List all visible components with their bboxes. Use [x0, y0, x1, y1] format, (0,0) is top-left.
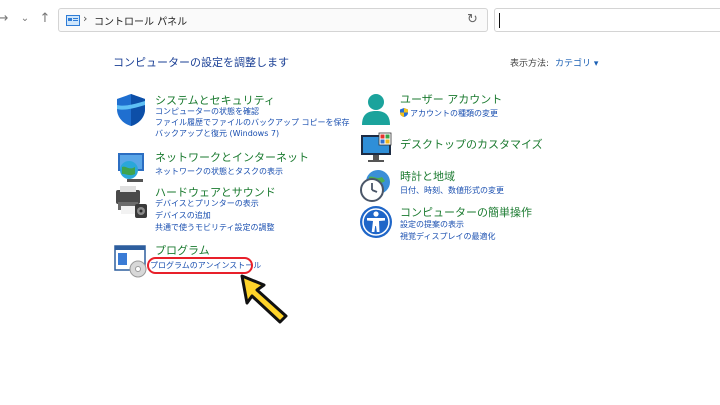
link-devices-printers[interactable]: デバイスとプリンターの表示	[155, 198, 259, 209]
control-panel-icon	[66, 15, 80, 26]
category-title[interactable]: 時計と地域	[400, 168, 455, 184]
link-mobility-settings[interactable]: 共通で使うモビリティ設定の調整	[155, 222, 275, 233]
clock-globe-icon[interactable]	[358, 168, 394, 204]
network-globe-icon[interactable]	[113, 149, 149, 185]
link-network-status[interactable]: ネットワークの状態とタスクの表示	[155, 166, 283, 177]
page-title: コンピューターの設定を調整します	[113, 56, 289, 69]
link-optimize-display[interactable]: 視覚ディスプレイの最適化	[400, 231, 495, 242]
programs-icon[interactable]	[113, 242, 149, 278]
category-network-internet: ネットワークとインターネット ネットワークの状態とタスクの表示	[113, 149, 343, 185]
link-file-history[interactable]: ファイル履歴でファイルのバックアップ コピーを保存	[155, 117, 350, 128]
category-title[interactable]: デスクトップのカスタマイズ	[400, 136, 543, 152]
address-bar[interactable]: › コントロール パネル › ↻	[58, 8, 488, 32]
view-by-label: 表示方法:	[510, 59, 550, 69]
user-account-icon[interactable]	[358, 91, 394, 127]
category-title[interactable]: ネットワークとインターネット	[155, 149, 309, 165]
link-suggested-settings[interactable]: 設定の提案の表示	[400, 219, 464, 230]
uac-shield-icon	[400, 108, 408, 117]
category-title[interactable]: コンピューターの簡単操作	[400, 204, 532, 220]
link-check-status[interactable]: コンピューターの状態を確認	[155, 106, 259, 117]
link-backup-restore[interactable]: バックアップと復元 (Windows 7)	[155, 128, 279, 139]
breadcrumb-control-panel[interactable]: コントロール パネル	[94, 13, 187, 28]
pointer-arrow-icon	[240, 274, 288, 324]
category-ease-of-access: コンピューターの簡単操作 設定の提案の表示 視覚ディスプレイの最適化	[358, 204, 588, 244]
category-desktop-customization: デスクトップのカスタマイズ	[358, 130, 588, 166]
category-clock-region: 時計と地域 日付、時刻、数値形式の変更	[358, 168, 588, 204]
navigation-bar: → ⌄ ↑ › コントロール パネル › ↻	[0, 0, 720, 40]
text-caret	[499, 13, 500, 28]
link-change-account-type[interactable]: アカウントの種類の変更	[400, 108, 498, 119]
up-arrow-icon[interactable]: ↑	[36, 10, 54, 28]
printer-icon[interactable]	[113, 184, 149, 220]
link-label[interactable]: アカウントの種類の変更	[410, 109, 498, 118]
recent-chevron-icon[interactable]: ⌄	[16, 10, 34, 28]
accessibility-icon[interactable]	[358, 204, 394, 240]
category-system-security: システムとセキュリティ コンピューターの状態を確認 ファイル履歴でファイルのバッ…	[113, 92, 350, 142]
link-add-device[interactable]: デバイスの追加	[155, 210, 211, 221]
shield-icon[interactable]	[113, 92, 149, 128]
forward-arrow-icon[interactable]: →	[0, 10, 12, 28]
link-date-time-format[interactable]: 日付、時刻、数値形式の変更	[400, 185, 504, 196]
category-title[interactable]: ユーザー アカウント	[400, 91, 502, 107]
category-user-accounts: ユーザー アカウント アカウントの種類の変更	[358, 91, 588, 127]
refresh-icon[interactable]: ↻	[467, 12, 478, 27]
breadcrumb-separator[interactable]: ›	[159, 12, 163, 25]
view-by-dropdown[interactable]: カテゴリ ▾	[555, 59, 598, 69]
desktop-monitor-icon[interactable]	[358, 130, 394, 166]
search-input[interactable]	[494, 8, 720, 32]
category-title[interactable]: プログラム	[155, 242, 210, 258]
category-hardware-sound: ハードウェアとサウンド デバイスとプリンターの表示 デバイスの追加 共通で使うモ…	[113, 184, 343, 232]
view-by: 表示方法: カテゴリ ▾	[510, 56, 598, 69]
breadcrumb-separator: ›	[83, 12, 88, 25]
